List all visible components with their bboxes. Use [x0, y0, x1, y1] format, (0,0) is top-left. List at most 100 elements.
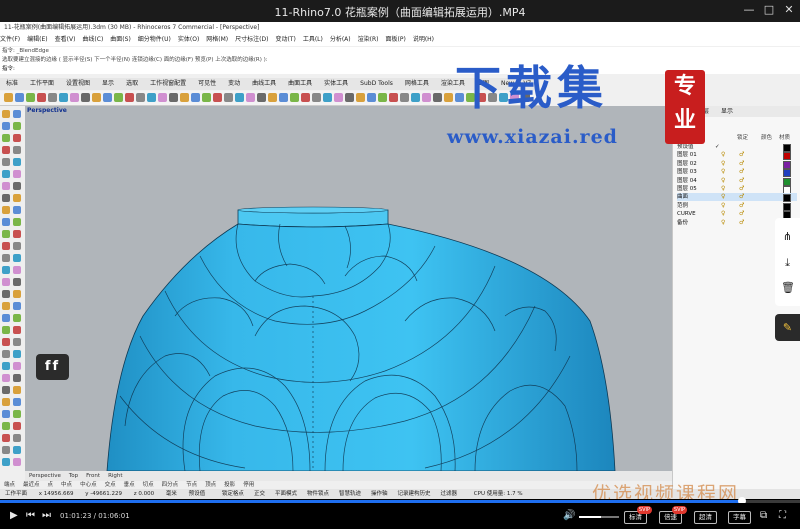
- tool-icon[interactable]: [2, 326, 10, 334]
- layer-row[interactable]: 图层 05 ♀ ♂: [677, 185, 797, 194]
- volume-icon[interactable]: 🔊: [563, 510, 575, 521]
- toolbar-button-icon[interactable]: [70, 93, 79, 102]
- tool-icon[interactable]: [2, 254, 10, 262]
- toolbar-button-icon[interactable]: [92, 93, 101, 102]
- menu-item[interactable]: 说明(H): [413, 36, 434, 43]
- tool-icon[interactable]: [13, 146, 21, 154]
- menu-item[interactable]: 尺寸标注(D): [235, 36, 268, 43]
- close-icon[interactable]: ✕: [782, 3, 796, 17]
- lock-icon[interactable]: ♂: [739, 185, 744, 193]
- lock-icon[interactable]: ♂: [739, 202, 744, 210]
- toolbar-button-icon[interactable]: [202, 93, 211, 102]
- toolbar-button-icon[interactable]: [279, 93, 288, 102]
- tool-icon[interactable]: [2, 374, 10, 382]
- tool-icon[interactable]: [2, 458, 10, 466]
- toolbar-button-icon[interactable]: [4, 93, 13, 102]
- tool-icon[interactable]: [13, 446, 21, 454]
- toolbar-tab[interactable]: 曲面工具: [288, 80, 312, 87]
- status-toggle[interactable]: 智慧轨迹: [339, 491, 361, 497]
- tool-icon[interactable]: [13, 350, 21, 358]
- toolbar-button-icon[interactable]: [81, 93, 90, 102]
- toolbar-button-icon[interactable]: [334, 93, 343, 102]
- tool-icon[interactable]: [2, 446, 10, 454]
- toolbar-button-icon[interactable]: [224, 93, 233, 102]
- toolbar-button-icon[interactable]: [345, 93, 354, 102]
- tool-icon[interactable]: [2, 422, 10, 430]
- toolbar-button-icon[interactable]: [158, 93, 167, 102]
- tool-icon[interactable]: [13, 158, 21, 166]
- lightbulb-icon[interactable]: ♀: [721, 185, 725, 193]
- layer-row[interactable]: 曲面 ♀ ♂: [677, 193, 797, 203]
- toolbar-button-icon[interactable]: [378, 93, 387, 102]
- tool-icon[interactable]: [13, 254, 21, 262]
- restore-icon[interactable]: □: [762, 3, 776, 17]
- status-toggle[interactable]: 平面模式: [275, 491, 297, 497]
- perspective-viewport[interactable]: Perspective: [25, 106, 672, 471]
- tool-icon[interactable]: [13, 122, 21, 130]
- tool-icon[interactable]: [13, 230, 21, 238]
- toolbar-button-icon[interactable]: [411, 93, 420, 102]
- tool-icon[interactable]: [2, 362, 10, 370]
- share-icon[interactable]: ⋔: [781, 230, 794, 243]
- osnap-checkbox[interactable]: 垂点: [124, 482, 135, 488]
- viewport-tab[interactable]: Top: [69, 473, 78, 479]
- tool-icon[interactable]: [2, 290, 10, 298]
- layer-row[interactable]: 图层 04 ♀ ♂: [677, 177, 797, 186]
- toolbar-button-icon[interactable]: [191, 93, 200, 102]
- tab-display[interactable]: 显示: [721, 108, 733, 115]
- toolbar-tab[interactable]: 显示: [102, 80, 114, 87]
- tool-icon[interactable]: [2, 302, 10, 310]
- toolbar-button-icon[interactable]: [114, 93, 123, 102]
- lightbulb-icon[interactable]: ♀: [721, 168, 725, 176]
- tool-icon[interactable]: [2, 110, 10, 118]
- tool-icon[interactable]: [13, 422, 21, 430]
- tool-icon[interactable]: [13, 410, 21, 418]
- lightbulb-icon[interactable]: ♀: [721, 193, 725, 201]
- tool-icon[interactable]: [13, 326, 21, 334]
- viewport-tab[interactable]: Perspective: [29, 473, 61, 479]
- lock-icon[interactable]: ♂: [739, 160, 744, 168]
- tool-icon[interactable]: [2, 134, 10, 142]
- toolbar-button-icon[interactable]: [290, 93, 299, 102]
- tool-icon[interactable]: [2, 182, 10, 190]
- osnap-checkbox[interactable]: 中心点: [80, 482, 97, 488]
- tool-icon[interactable]: [13, 434, 21, 442]
- toolbar-button-icon[interactable]: [37, 93, 46, 102]
- tool-icon[interactable]: [13, 110, 21, 118]
- tool-icon[interactable]: [2, 314, 10, 322]
- menu-item[interactable]: 渲染(R): [358, 36, 379, 43]
- osnap-checkbox[interactable]: 顶点: [205, 482, 216, 488]
- menu-item[interactable]: 查看(V): [55, 36, 76, 43]
- tool-icon[interactable]: [2, 386, 10, 394]
- tool-icon[interactable]: [13, 398, 21, 406]
- play-icon[interactable]: ▶: [10, 510, 18, 521]
- tool-icon[interactable]: [2, 434, 10, 442]
- player-button[interactable]: 超清: [694, 511, 717, 524]
- tool-icon[interactable]: [13, 194, 21, 202]
- tool-icon[interactable]: [13, 278, 21, 286]
- status-layer[interactable]: 预设值: [189, 491, 206, 497]
- tool-icon[interactable]: [13, 242, 21, 250]
- tool-icon[interactable]: [2, 218, 10, 226]
- toolbar-button-icon[interactable]: [323, 93, 332, 102]
- osnap-checkbox[interactable]: 四分点: [162, 482, 179, 488]
- lightbulb-icon[interactable]: ♀: [721, 160, 725, 168]
- menu-item[interactable]: 曲面(S): [110, 36, 131, 43]
- status-toggle[interactable]: 锁定格点: [222, 491, 244, 497]
- tool-icon[interactable]: [13, 134, 21, 142]
- toolbar-tab[interactable]: 实体工具: [324, 80, 348, 87]
- lock-icon[interactable]: ♂: [739, 193, 744, 201]
- status-toggle[interactable]: 正交: [254, 491, 265, 497]
- osnap-checkbox[interactable]: 节点: [186, 482, 197, 488]
- status-toggle[interactable]: 记录建构历史: [398, 491, 431, 497]
- tool-icon[interactable]: [13, 182, 21, 190]
- menu-item[interactable]: 细分物件(U): [138, 36, 171, 43]
- toolbar-button-icon[interactable]: [367, 93, 376, 102]
- toolbar-button-icon[interactable]: [356, 93, 365, 102]
- tool-icon[interactable]: [2, 170, 10, 178]
- lock-icon[interactable]: ♂: [739, 151, 744, 159]
- toolbar-button-icon[interactable]: [59, 93, 68, 102]
- toolbar-tab[interactable]: 设置视图: [66, 80, 90, 87]
- toolbar-button-icon[interactable]: [147, 93, 156, 102]
- toolbar-button-icon[interactable]: [169, 93, 178, 102]
